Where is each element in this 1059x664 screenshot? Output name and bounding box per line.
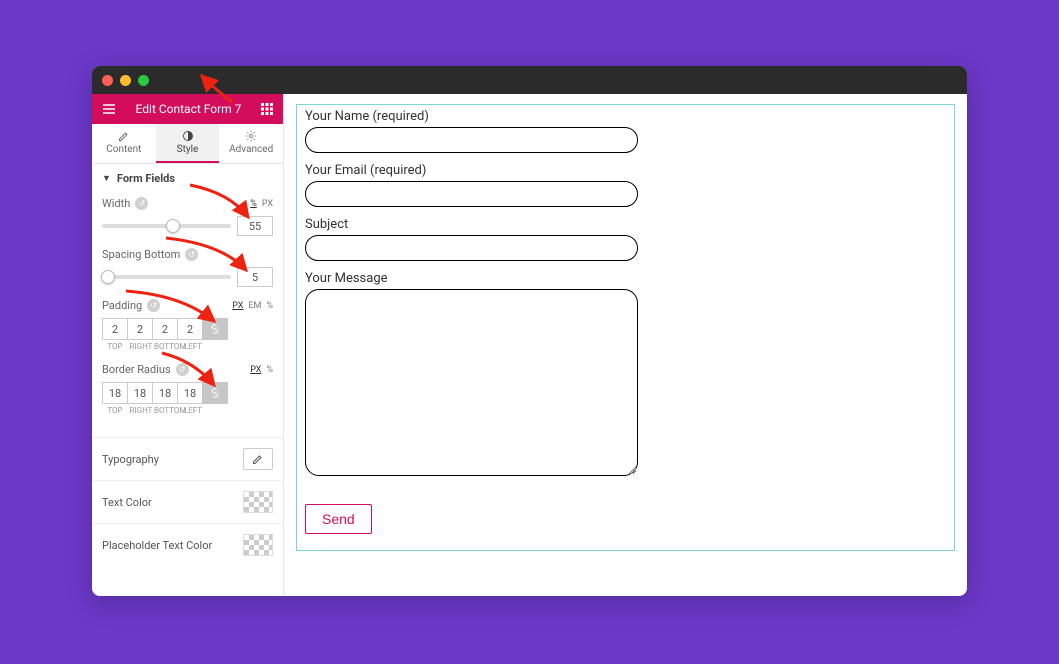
edit-typography-button[interactable] (243, 448, 273, 470)
control-border-radius: Border Radius ↺ PX % 18 18 18 18 (102, 363, 273, 415)
sub-left: LEFT (180, 406, 206, 415)
unit-px[interactable]: PX (262, 199, 273, 209)
reset-icon[interactable]: ↺ (185, 248, 198, 261)
widgets-grid-icon[interactable] (261, 103, 273, 115)
sub-bottom: BOTTOM (154, 406, 180, 415)
padding-top-input[interactable]: 2 (102, 318, 128, 340)
tab-label: Content (106, 144, 141, 155)
preview-area: ‹ Your Name (required) Your Email (requi… (284, 94, 967, 596)
sub-top: TOP (102, 406, 128, 415)
tab-label: Advanced (229, 144, 273, 155)
row-label: Typography (102, 453, 159, 466)
radius-bottom-input[interactable]: 18 (152, 382, 178, 404)
width-slider[interactable] (102, 219, 231, 233)
reset-icon[interactable]: ↺ (176, 363, 189, 376)
unit-percent[interactable]: % (266, 365, 273, 375)
message-textarea[interactable] (305, 289, 638, 476)
email-input[interactable] (305, 181, 638, 207)
reset-icon[interactable]: ↺ (135, 197, 148, 210)
field-label-message: Your Message (305, 271, 946, 286)
menu-icon[interactable] (102, 102, 116, 116)
editor-sidebar: Edit Contact Form 7 Content Style Advanc… (92, 94, 284, 596)
row-label: Text Color (102, 496, 152, 509)
window-zoom-button[interactable] (138, 75, 149, 86)
window-minimize-button[interactable] (120, 75, 131, 86)
window-titlebar (92, 66, 967, 94)
radius-top-input[interactable]: 18 (102, 382, 128, 404)
sidebar-title: Edit Contact Form 7 (136, 102, 242, 116)
control-width: Width ↺ % PX 55 (102, 197, 273, 236)
control-spacing-bottom: Spacing Bottom ↺ 5 (102, 248, 273, 287)
sub-bottom: BOTTOM (154, 342, 180, 351)
control-padding: Padding ↺ PX EM % 2 2 2 2 (102, 299, 273, 351)
sidebar-header: Edit Contact Form 7 (92, 94, 283, 124)
sub-right: RIGHT (128, 342, 154, 351)
sub-left: LEFT (180, 342, 206, 351)
section-title: Form Fields (117, 172, 175, 185)
control-label: Spacing Bottom (102, 248, 180, 261)
spacing-value-input[interactable]: 5 (237, 267, 273, 287)
link-values-button[interactable] (202, 318, 228, 340)
sub-top: TOP (102, 342, 128, 351)
field-label-subject: Subject (305, 217, 946, 232)
padding-right-input[interactable]: 2 (127, 318, 153, 340)
tab-content[interactable]: Content (92, 124, 156, 163)
tab-label: Style (177, 144, 199, 155)
unit-px[interactable]: PX (250, 365, 261, 375)
app-window: Edit Contact Form 7 Content Style Advanc… (92, 66, 967, 596)
tab-advanced[interactable]: Advanced (219, 124, 283, 163)
radius-right-input[interactable]: 18 (127, 382, 153, 404)
unit-percent[interactable]: % (266, 301, 273, 311)
field-label-name: Your Name (required) (305, 109, 946, 124)
row-text-color[interactable]: Text Color (92, 480, 283, 523)
send-button[interactable]: Send (305, 504, 372, 534)
control-label: Width (102, 197, 130, 210)
link-values-button[interactable] (202, 382, 228, 404)
row-typography[interactable]: Typography (92, 437, 283, 480)
padding-left-input[interactable]: 2 (177, 318, 203, 340)
width-value-input[interactable]: 55 (237, 216, 273, 236)
section-form-fields[interactable]: ▼ Form Fields (92, 164, 283, 193)
row-label: Placeholder Text Color (102, 539, 212, 552)
window-close-button[interactable] (102, 75, 113, 86)
widget-selection[interactable]: Your Name (required) Your Email (require… (296, 104, 955, 551)
reset-icon[interactable]: ↺ (147, 299, 160, 312)
padding-bottom-input[interactable]: 2 (152, 318, 178, 340)
unit-percent[interactable]: % (250, 199, 257, 209)
control-label: Padding (102, 299, 142, 312)
row-placeholder-color[interactable]: Placeholder Text Color (92, 523, 283, 566)
spacing-slider[interactable] (102, 270, 231, 284)
name-input[interactable] (305, 127, 638, 153)
field-label-email: Your Email (required) (305, 163, 946, 178)
caret-down-icon: ▼ (102, 173, 111, 184)
unit-em[interactable]: EM (248, 301, 261, 311)
color-swatch-transparent[interactable] (243, 534, 273, 556)
unit-px[interactable]: PX (232, 301, 243, 311)
color-swatch-transparent[interactable] (243, 491, 273, 513)
control-label: Border Radius (102, 363, 171, 376)
radius-left-input[interactable]: 18 (177, 382, 203, 404)
subject-input[interactable] (305, 235, 638, 261)
panel-tabs: Content Style Advanced (92, 124, 283, 164)
sub-right: RIGHT (128, 406, 154, 415)
tab-style[interactable]: Style (156, 124, 220, 163)
